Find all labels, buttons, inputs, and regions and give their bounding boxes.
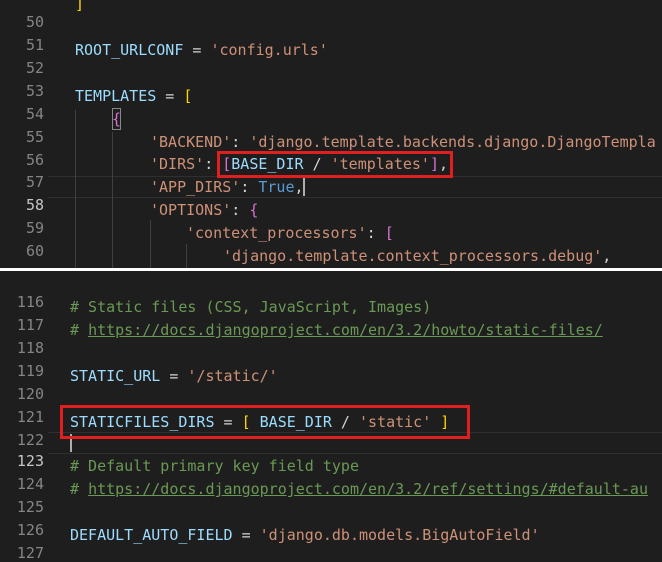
code-line[interactable]: 51 bbox=[0, 16, 662, 54]
code-line[interactable]: 52 ROOT_URLCONF = 'config.urls' bbox=[0, 39, 662, 77]
code-line[interactable]: 128 bbox=[0, 547, 662, 562]
code-line[interactable]: 124 # Default primary key field type bbox=[0, 455, 662, 493]
code-text: 'BACKEND': 'django.template.backends.dja… bbox=[150, 133, 656, 151]
editor-pane-bottom[interactable]: 116 117 # Static files (CSS, JavaScript,… bbox=[0, 271, 662, 562]
code-text: DEFAULT_AUTO_FIELD = 'django.db.models.B… bbox=[70, 526, 540, 544]
code-text: STATIC_URL = '/static/' bbox=[70, 367, 278, 385]
highlight-box-dirs bbox=[217, 151, 453, 178]
code-line[interactable]: 116 bbox=[0, 273, 662, 311]
code-line[interactable]: 56 'BACKEND': 'django.template.backends.… bbox=[0, 131, 662, 169]
code-line[interactable]: 125 # https://docs.djangoproject.com/en/… bbox=[0, 478, 662, 516]
code-text: 'context_processors': [ bbox=[186, 224, 394, 242]
code-line[interactable]: 120 STATIC_URL = '/static/' bbox=[0, 365, 662, 403]
code-line[interactable]: 126 bbox=[0, 501, 662, 539]
code-text: { bbox=[112, 108, 122, 130]
code-text: # Static files (CSS, JavaScript, Images) bbox=[70, 298, 432, 316]
code-line[interactable]: 50 ] bbox=[0, 0, 662, 31]
code-text: # Default primary key field type bbox=[70, 457, 359, 475]
code-text: 'APP_DIRS': True, bbox=[150, 178, 304, 196]
code-line[interactable]: 117 # Static files (CSS, JavaScript, Ima… bbox=[0, 296, 662, 334]
code-line[interactable]: 53 bbox=[0, 62, 662, 100]
text-cursor bbox=[303, 178, 305, 196]
code-line[interactable]: 61 'django.template.context_processors.d… bbox=[0, 245, 662, 271]
code-text: 'django.template.context_processors.debu… bbox=[223, 247, 612, 265]
code-line[interactable]: 118 # https://docs.djangoproject.com/en/… bbox=[0, 319, 662, 357]
code-text: # https://docs.djangoproject.com/en/3.2/… bbox=[70, 321, 603, 339]
code-line[interactable]: 127 DEFAULT_AUTO_FIELD = 'django.db.mode… bbox=[0, 524, 662, 562]
code-line[interactable]: 58 'APP_DIRS': True, bbox=[0, 176, 662, 214]
editor-pane-top[interactable]: 50 ] 51 52 ROOT_URLCONF = 'config.urls' … bbox=[0, 0, 662, 271]
code-text: ] bbox=[75, 0, 85, 13]
code-text: # https://docs.djangoproject.com/en/3.2/… bbox=[70, 480, 648, 498]
code-line[interactable]: 54 TEMPLATES = [ bbox=[0, 85, 662, 123]
code-text: ROOT_URLCONF = 'config.urls' bbox=[75, 41, 328, 59]
code-text: TEMPLATES = [ bbox=[75, 87, 193, 105]
code-line[interactable]: 59 'OPTIONS': { bbox=[0, 199, 662, 237]
code-line[interactable]: 55 { bbox=[0, 108, 662, 146]
code-line[interactable]: 60 'context_processors': [ bbox=[0, 222, 662, 260]
highlight-box-staticfiles bbox=[60, 405, 470, 439]
code-text: 'OPTIONS': { bbox=[150, 201, 259, 219]
code-line[interactable]: 119 bbox=[0, 342, 662, 380]
